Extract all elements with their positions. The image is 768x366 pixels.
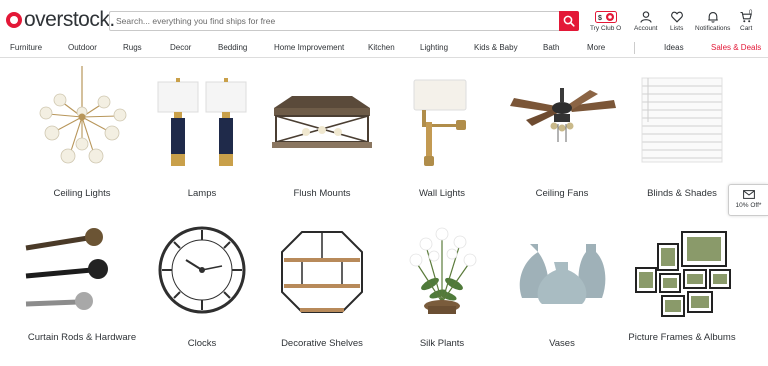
nav-sales-deals[interactable]: Sales & Deals bbox=[711, 43, 761, 52]
notifications-label: Notifications bbox=[695, 25, 731, 32]
category-label: Clocks bbox=[187, 338, 217, 349]
nav-rugs[interactable]: Rugs bbox=[123, 43, 142, 52]
flush-mount-image bbox=[272, 96, 372, 148]
picture-frames-image bbox=[635, 231, 731, 317]
try-club-o-label: Try Club O bbox=[590, 25, 622, 32]
shelf-image bbox=[281, 231, 363, 313]
blinds-image bbox=[641, 77, 723, 163]
nav-bedding[interactable]: Bedding bbox=[218, 43, 247, 52]
category-label: Vases bbox=[549, 338, 575, 349]
nav-decor[interactable]: Decor bbox=[170, 43, 191, 52]
email-signup-tab[interactable]: 10% Off* bbox=[728, 184, 768, 216]
logo-text: overstock. bbox=[24, 8, 115, 31]
nav-home-improvement[interactable]: Home Improvement bbox=[274, 43, 344, 52]
overstock-logo[interactable]: overstock. bbox=[6, 8, 115, 31]
search-input[interactable] bbox=[110, 12, 559, 30]
heart-icon bbox=[670, 11, 683, 23]
try-club-o-link[interactable]: $ Try Club O bbox=[590, 11, 621, 32]
nav-furniture[interactable]: Furniture bbox=[10, 43, 42, 52]
email-signup-label: 10% Off* bbox=[735, 202, 762, 209]
search-button[interactable] bbox=[559, 11, 579, 31]
category-nav: Furniture Outdoor Rugs Decor Bedding Hom… bbox=[0, 38, 768, 58]
club-o-icon: $ bbox=[594, 11, 617, 23]
ceiling-fan-image bbox=[510, 88, 616, 142]
nav-outdoor[interactable]: Outdoor bbox=[68, 43, 97, 52]
nav-more[interactable]: More bbox=[587, 43, 605, 52]
lamp-image bbox=[157, 78, 247, 166]
category-label: Flush Mounts bbox=[293, 188, 351, 199]
category-label: Decorative Shelves bbox=[281, 338, 363, 349]
cart-label: Cart bbox=[740, 25, 753, 32]
account-link[interactable]: Account bbox=[634, 11, 658, 32]
category-label: Wall Lights bbox=[418, 188, 466, 199]
search-bar bbox=[109, 11, 579, 31]
notifications-link[interactable]: Notifications bbox=[695, 11, 730, 32]
account-icon bbox=[640, 11, 652, 23]
lists-label: Lists bbox=[670, 25, 684, 32]
category-label: Curtain Rods & Hardware bbox=[27, 332, 137, 343]
nav-ideas[interactable]: Ideas bbox=[664, 43, 684, 52]
category-label: Ceiling Lights bbox=[53, 188, 111, 199]
svg-text:$: $ bbox=[598, 15, 602, 22]
category-label: Lamps bbox=[187, 188, 217, 199]
ceiling-light-image bbox=[39, 66, 127, 164]
lists-link[interactable]: Lists bbox=[670, 11, 683, 32]
nav-kitchen[interactable]: Kitchen bbox=[368, 43, 395, 52]
cart-link[interactable]: 0 Cart bbox=[740, 10, 753, 32]
category-label: Silk Plants bbox=[419, 338, 465, 349]
search-icon bbox=[563, 15, 575, 27]
envelope-icon bbox=[742, 190, 755, 199]
clock-image bbox=[158, 226, 246, 314]
nav-lighting[interactable]: Lighting bbox=[420, 43, 448, 52]
curtain-rod-image bbox=[25, 228, 108, 310]
nav-divider bbox=[634, 42, 635, 54]
site-header: overstock. $ Try Club O Account Lis bbox=[0, 0, 768, 38]
nav-bath[interactable]: Bath bbox=[543, 43, 559, 52]
wall-light-image bbox=[413, 79, 467, 166]
logo-mark-icon bbox=[6, 12, 22, 28]
nav-kids-baby[interactable]: Kids & Baby bbox=[474, 43, 518, 52]
category-label: Ceiling Fans bbox=[535, 188, 589, 199]
silk-plant-image bbox=[409, 227, 477, 314]
category-label: Blinds & Shades bbox=[647, 188, 717, 199]
bell-icon bbox=[707, 12, 718, 23]
account-label: Account bbox=[634, 25, 658, 32]
category-label: Picture Frames & Albums bbox=[628, 332, 736, 343]
vase-image bbox=[519, 244, 606, 304]
cart-count: 0 bbox=[749, 10, 753, 16]
